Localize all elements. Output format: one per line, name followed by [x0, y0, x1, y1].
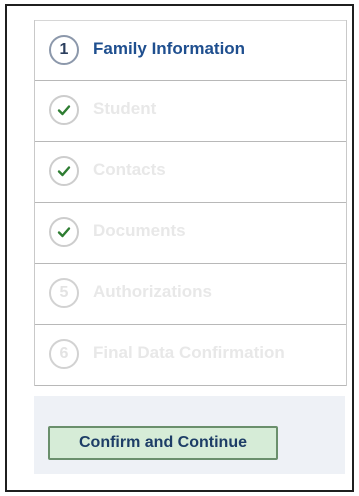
- wizard-footer: Confirm and Continue: [34, 396, 345, 474]
- step-complete-badge: [49, 156, 79, 186]
- step-label: Documents: [93, 221, 186, 240]
- step-student[interactable]: Student: [35, 81, 346, 142]
- checkmark-icon: [57, 166, 71, 177]
- screenshot-frame: 1 Family Information Student Contacts Do…: [5, 4, 354, 492]
- step-label: Final Data Confirmation: [93, 343, 285, 362]
- step-number-badge: 6: [49, 339, 79, 369]
- step-number: 1: [59, 41, 69, 58]
- step-complete-badge: [49, 217, 79, 247]
- step-label: Contacts: [93, 160, 166, 179]
- checkmark-icon: [57, 227, 71, 238]
- step-contacts[interactable]: Contacts: [35, 142, 346, 203]
- step-documents[interactable]: Documents: [35, 203, 346, 264]
- step-number-badge: 5: [49, 278, 79, 308]
- step-family-information[interactable]: 1 Family Information: [35, 20, 346, 81]
- wizard-step-list: 1 Family Information Student Contacts Do…: [34, 20, 347, 386]
- step-label: Authorizations: [93, 282, 212, 301]
- step-number: 5: [59, 284, 69, 301]
- step-final-data-confirmation: 6 Final Data Confirmation: [35, 325, 346, 386]
- step-complete-badge: [49, 95, 79, 125]
- step-number-badge: 1: [49, 35, 79, 65]
- step-authorizations: 5 Authorizations: [35, 264, 346, 325]
- step-label: Family Information: [93, 39, 246, 58]
- step-number: 6: [59, 345, 69, 362]
- checkmark-icon: [57, 105, 71, 116]
- step-label: Student: [93, 99, 157, 118]
- confirm-and-continue-button[interactable]: Confirm and Continue: [48, 426, 278, 460]
